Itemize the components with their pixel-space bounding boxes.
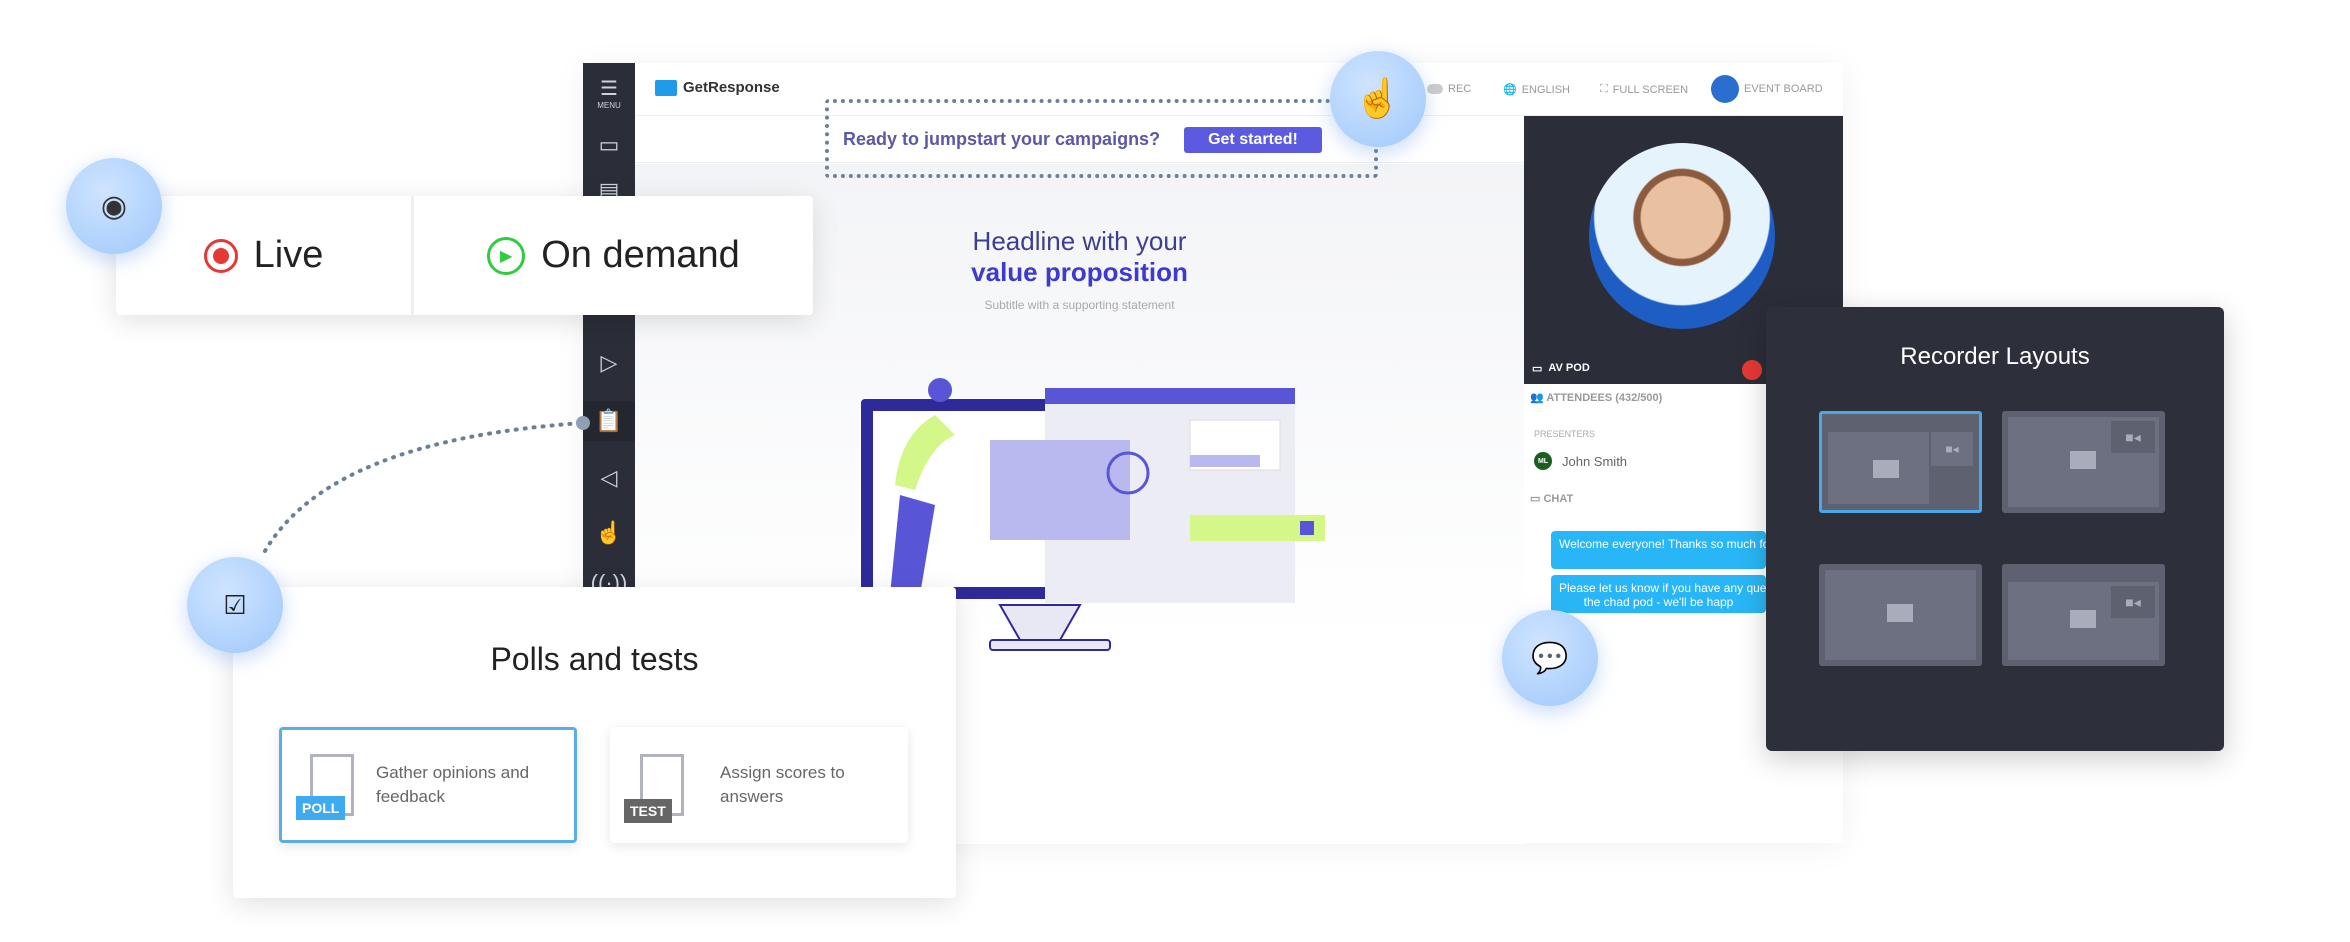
checklist-icon: ☑ xyxy=(187,557,283,653)
on-demand-option[interactable]: ▶ On demand xyxy=(414,196,813,315)
mode-card: Live ▶ On demand xyxy=(116,196,813,315)
presentation-icon xyxy=(2070,451,2096,469)
camera-icon: ■◂ xyxy=(2111,421,2155,453)
logo: GetResponse xyxy=(655,79,780,96)
chat-header[interactable]: ▭ CHAT xyxy=(1530,492,1573,505)
attendees-header[interactable]: 👥 ATTENDEES (432/500) xyxy=(1530,391,1662,404)
chat-message: Welcome everyone! Thanks so much fo xyxy=(1551,531,1766,569)
layout-option-1[interactable]: ■◂ xyxy=(1819,411,1982,513)
poll-option[interactable]: POLL Gather opinions and feedback xyxy=(279,727,577,843)
presenters-label: PRESENTERS xyxy=(1534,429,1596,439)
touch-icon: ☝ xyxy=(1330,51,1426,147)
camera-icon: ■◂ xyxy=(1931,432,1973,466)
avatar: ML xyxy=(1534,452,1552,470)
camera-icon: ▭ xyxy=(1532,363,1543,375)
presentation-icon xyxy=(2070,610,2096,628)
play-video-icon[interactable]: ▷ xyxy=(583,343,635,383)
record-icon xyxy=(203,238,238,273)
envelope-icon xyxy=(655,79,677,96)
expand-icon: ⛶ xyxy=(1600,83,1608,95)
recorder-title: Recorder Layouts xyxy=(1900,343,2090,370)
presenter-name: John Smith xyxy=(1562,453,1628,469)
camera-icon: ■◂ xyxy=(2111,586,2155,618)
globe-icon: 🌐 xyxy=(1503,84,1517,96)
poll-tag: POLL xyxy=(296,796,346,820)
language-selector[interactable]: 🌐 ENGLISH xyxy=(1503,83,1570,97)
test-option[interactable]: TEST Assign scores to answers xyxy=(610,727,908,843)
users-icon: 👥 xyxy=(1530,392,1547,404)
layout-option-3[interactable] xyxy=(1819,564,1982,666)
chat-icon: ▭ xyxy=(1530,493,1544,505)
recorder-layouts-panel: Recorder Layouts ■◂ ■◂ ■◂ xyxy=(1766,307,2224,751)
rec-toggle[interactable]: REC xyxy=(1427,83,1471,95)
menu-button[interactable]: ☰ MENU xyxy=(583,71,635,115)
video-icon[interactable]: ▭ xyxy=(583,125,635,165)
presenter-row: ML John Smith xyxy=(1534,452,1627,470)
highlight-dotted-frame xyxy=(825,99,1378,178)
presenter-photo xyxy=(1589,143,1775,329)
play-icon: ▶ xyxy=(487,236,526,275)
hamburger-icon: ☰ xyxy=(600,78,618,100)
connector-dotted-line xyxy=(263,416,590,553)
event-board-button[interactable]: EVENT BOARD xyxy=(1711,75,1823,103)
av-pod-label: ▭ AV POD xyxy=(1532,362,1590,375)
test-tag: TEST xyxy=(624,799,672,823)
webcam-icon: ◉ xyxy=(66,158,162,254)
chat-bubbles-icon: 💬 xyxy=(1502,610,1598,706)
polls-title: Polls and tests xyxy=(490,641,699,677)
camera-off-icon[interactable] xyxy=(1742,360,1762,380)
presentation-icon xyxy=(1873,460,1899,478)
fullscreen-button[interactable]: ⛶ FULL SCREEN xyxy=(1600,83,1688,96)
chat-message: Please let us know if you have any quest… xyxy=(1551,575,1766,613)
presentation-icon xyxy=(1887,604,1913,622)
toggle-icon xyxy=(1427,84,1443,94)
layout-option-4[interactable]: ■◂ xyxy=(2002,564,2165,666)
avatar xyxy=(1711,75,1739,103)
layout-option-2[interactable]: ■◂ xyxy=(2002,411,2165,513)
